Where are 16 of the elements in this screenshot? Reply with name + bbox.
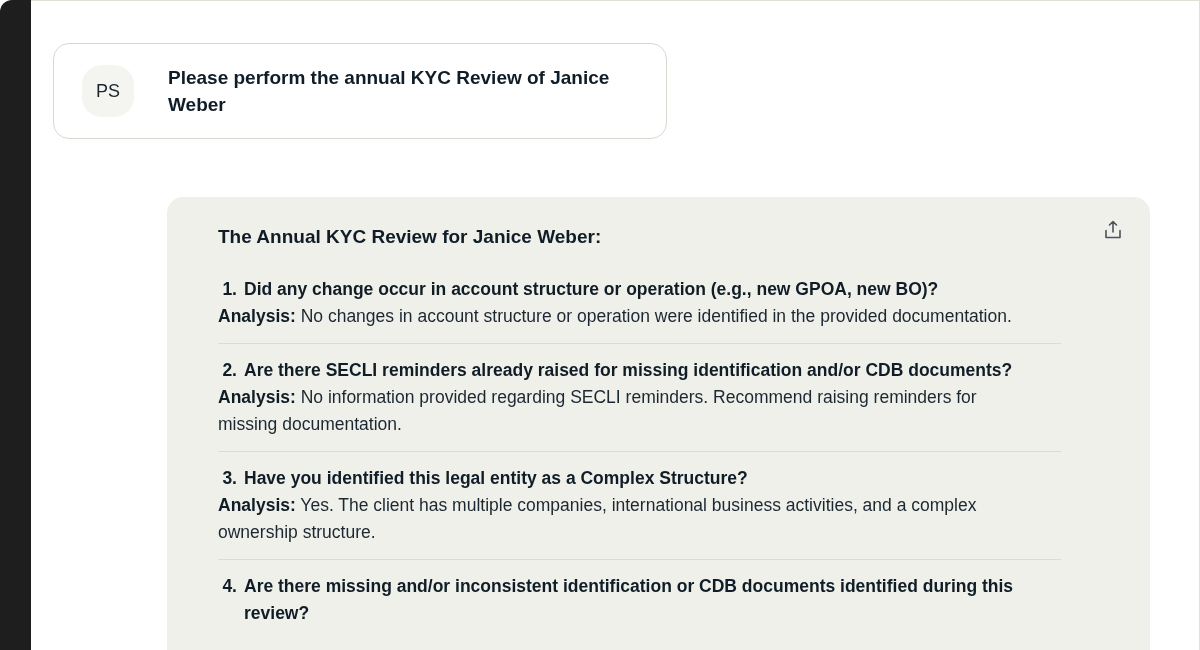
question-number: 3. xyxy=(221,467,238,490)
analysis-text: Analysis: No changes in account structure or operation were identified in the provided documentation. xyxy=(218,305,1013,328)
question-number: 1. xyxy=(221,278,238,301)
user-message-text: Please perform the annual KYC Review of Janice Weber xyxy=(168,66,611,117)
analysis-text: Analysis: Yes. The client has multiple companies, international business activities, and a complex ownership structure. xyxy=(218,494,978,544)
question-text: Have you identified this legal entity as a Complex Structure? xyxy=(244,467,749,490)
question-number: 4. xyxy=(221,575,238,598)
analysis-text: Analysis: No information provided regarding SECLI reminders. Recommend raising reminders for missing documentation. xyxy=(218,386,978,436)
share-icon xyxy=(1104,219,1122,239)
user-avatar: PS xyxy=(82,65,134,117)
question-number: 2. xyxy=(221,359,238,382)
question-text: Did any change occur in account structure or operation (e.g., new GPOA, new BO)? xyxy=(244,278,940,301)
response-title: The Annual KYC Review for Janice Weber: xyxy=(218,225,603,249)
question-text: Are there missing and/or inconsistent identification or CDB documents identified during this review? xyxy=(244,575,1015,625)
share-button[interactable] xyxy=(1103,219,1123,239)
question-text: Are there SECLI reminders already raised for missing identification and/or CDB documents? xyxy=(244,359,1014,382)
